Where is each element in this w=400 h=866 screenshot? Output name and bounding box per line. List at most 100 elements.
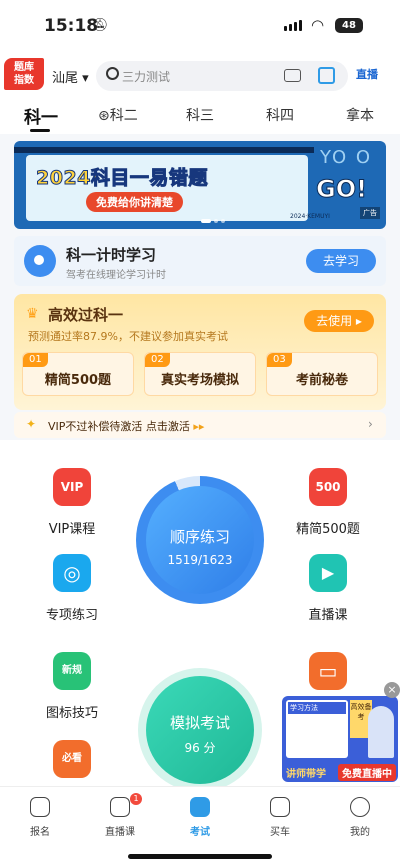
logo-line-1: 题库 bbox=[14, 62, 34, 73]
use-button[interactable]: 去使用 ▸ bbox=[304, 310, 374, 332]
steering-wheel-icon: ⊛ bbox=[98, 108, 110, 124]
home-indicator bbox=[128, 854, 272, 859]
vip-desc: 预测通过率87.9%，不建议参加真实考试 bbox=[28, 330, 228, 343]
vip-item-label: 考前秘卷 bbox=[295, 373, 348, 388]
vip-item-simplified[interactable]: 01 精简500题 bbox=[22, 352, 134, 396]
ad-teacher-image bbox=[368, 706, 394, 758]
nav-mine-label: 我的 bbox=[350, 827, 370, 838]
car-icon bbox=[270, 797, 290, 817]
tab-ke-1[interactable]: 科一 bbox=[24, 103, 58, 128]
banner-panel: 2024科目一易错题 免费给你讲清楚 bbox=[26, 155, 308, 221]
banner-go: GO! bbox=[315, 175, 368, 204]
tab-license[interactable]: 拿本 bbox=[346, 105, 374, 125]
timed-study-title: 科一计时学习 bbox=[66, 246, 157, 264]
chevron-right-icon: › bbox=[368, 417, 373, 431]
ad-bottom: 讲师带学 免费直播中 bbox=[282, 762, 398, 782]
simplified-500-icon: 500 bbox=[309, 468, 347, 506]
nav-live-class-label: 直播课 bbox=[105, 827, 135, 838]
nav-buy-car[interactable]: 买车 bbox=[250, 797, 310, 838]
nav-mine[interactable]: 我的 bbox=[330, 797, 390, 838]
sparkle-icon: ✦ bbox=[26, 417, 37, 431]
nav-exam[interactable]: 考试 bbox=[170, 797, 230, 838]
must-see-button[interactable]: 必看 bbox=[32, 740, 112, 778]
search-placeholder: 三力测试 bbox=[122, 70, 171, 84]
banner-dots bbox=[201, 219, 225, 223]
special-practice-button[interactable]: ◎ 专项练习 bbox=[32, 554, 112, 623]
vip-item-secret-paper[interactable]: 03 考前秘卷 bbox=[266, 352, 378, 396]
mute-bell-icon: 🔕︎ bbox=[92, 18, 109, 33]
tab-ke-3[interactable]: 科三 bbox=[186, 105, 214, 125]
play-arrows-icon: ▸▸ bbox=[189, 420, 205, 433]
banner-strip bbox=[14, 147, 314, 153]
promo-banner[interactable]: 2024科目一易错题 免费给你讲清楚 YO O GO! 2024·KEMUYI … bbox=[14, 141, 386, 229]
vip-item-number: 01 bbox=[23, 353, 48, 367]
go-study-button[interactable]: 去学习 bbox=[306, 249, 376, 273]
vip-compensation-label: VIP不过补偿待激活 点击激活 bbox=[48, 420, 190, 433]
ad-study-method: 学习方法 bbox=[286, 700, 348, 758]
sequential-practice-progress: 1519/1623 bbox=[167, 553, 233, 567]
special-practice-label: 专项练习 bbox=[45, 608, 98, 623]
tv-play-icon bbox=[110, 797, 130, 817]
simplified-500-button[interactable]: 500 精简500题 bbox=[288, 468, 368, 537]
mock-exam-title: 模拟考试 bbox=[169, 714, 230, 732]
ad-tag: 广告 bbox=[360, 207, 380, 219]
mock-exam-button[interactable]: 模拟考试 96 分 bbox=[146, 676, 254, 784]
exam-folder-icon bbox=[190, 797, 210, 817]
tab-ke-2[interactable]: ⊛科二 bbox=[98, 105, 138, 125]
must-see-icon: 必看 bbox=[53, 740, 91, 778]
logo-line-2: 指数 bbox=[14, 75, 34, 86]
vip-item-label: 精简500题 bbox=[44, 373, 112, 388]
status-time: 15:18 bbox=[44, 16, 99, 36]
sign-tips-button[interactable]: 新规 图标技巧 bbox=[32, 652, 112, 721]
banner-title: 2024科目一易错题 bbox=[36, 167, 208, 190]
search-input[interactable]: 三力测试 bbox=[96, 61, 348, 91]
stopwatch-icon bbox=[24, 245, 56, 277]
tab-ke-2-label: 科二 bbox=[109, 108, 138, 124]
vip-item-label: 真实考场模拟 bbox=[160, 373, 239, 388]
ad-title: 学习方法 bbox=[288, 702, 346, 714]
subject-tabs: 科一 ⊛科二 科三 科四 拿本 bbox=[0, 96, 400, 134]
status-bar: 15:18 🔕︎ ◠ 48 bbox=[0, 0, 400, 56]
signup-icon bbox=[30, 797, 50, 817]
live-button[interactable]: 直播 bbox=[356, 66, 378, 82]
nav-signup[interactable]: 报名 bbox=[10, 797, 70, 838]
cellular-signal-icon bbox=[284, 20, 302, 31]
scan-icon[interactable] bbox=[318, 67, 335, 84]
close-icon[interactable]: × bbox=[384, 682, 400, 698]
simplified-500-label: 精简500题 bbox=[296, 522, 360, 537]
sign-tips-label: 图标技巧 bbox=[45, 706, 98, 721]
floating-ad[interactable]: 学习方法 高效备考 讲师带学 免费直播中 bbox=[282, 696, 398, 782]
vip-compensation-text: VIP不过补偿待激活 点击激活 ▸▸ bbox=[48, 418, 204, 434]
mock-exam-score: 96 分 bbox=[184, 741, 216, 755]
sign-tips-icon: 新规 bbox=[53, 652, 91, 690]
nav-buy-car-label: 买车 bbox=[270, 827, 290, 838]
vip-item-real-exam[interactable]: 02 真实考场模拟 bbox=[144, 352, 256, 396]
caret-down-icon: ▾ bbox=[78, 71, 89, 86]
target-icon: ◎ bbox=[53, 554, 91, 592]
smiley-icon bbox=[350, 797, 370, 817]
tv-button[interactable]: ▭ bbox=[288, 652, 368, 690]
nav-exam-label: 考试 bbox=[190, 827, 210, 838]
nav-live-class[interactable]: 1 直播课 bbox=[90, 793, 150, 838]
timed-study-subtitle: 驾考在线理论学习计时 bbox=[66, 270, 166, 281]
camera-icon[interactable] bbox=[284, 69, 301, 82]
battery-icon: 48 bbox=[335, 18, 363, 33]
sequential-practice-button[interactable]: 顺序练习 1519/1623 bbox=[146, 486, 254, 594]
banner-code: 2024·KEMUYI bbox=[290, 213, 330, 220]
banner-subtitle: 免费给你讲清楚 bbox=[86, 192, 183, 212]
vip-title: 高效过科一 bbox=[48, 306, 124, 324]
crown-icon: ♛ bbox=[26, 306, 39, 322]
live-class-icon: ▶ bbox=[309, 554, 347, 592]
timed-study-card[interactable]: 科一计时学习 驾考在线理论学习计时 去学习 bbox=[14, 236, 386, 286]
live-class-button[interactable]: ▶ 直播课 bbox=[288, 554, 368, 623]
tv-icon: ▭ bbox=[309, 652, 347, 690]
live-class-label: 直播课 bbox=[308, 608, 348, 623]
sequential-practice-title: 顺序练习 bbox=[169, 528, 230, 546]
tab-ke-4[interactable]: 科四 bbox=[266, 105, 294, 125]
notification-badge: 1 bbox=[130, 793, 142, 805]
vip-compensation-bar[interactable]: ✦ VIP不过补偿待激活 点击激活 ▸▸ › bbox=[14, 412, 386, 438]
question-bank-logo[interactable]: 题库 指数 bbox=[4, 58, 44, 90]
vip-card: ♛ 高效过科一 预测通过率87.9%，不建议参加真实考试 去使用 ▸ 01 精简… bbox=[14, 294, 386, 410]
city-selector[interactable]: 汕尾 ▾ bbox=[52, 67, 89, 86]
vip-course-button[interactable]: VIP VIP课程 bbox=[32, 468, 112, 537]
